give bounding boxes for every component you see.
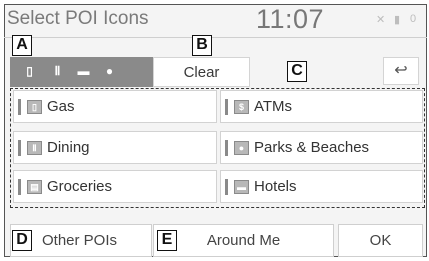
- hotel-icon: ▬: [234, 179, 249, 194]
- poi-item-gas[interactable]: ▯ Gas: [13, 90, 217, 123]
- clear-button[interactable]: Clear: [153, 57, 250, 87]
- poi-item-atms[interactable]: $ ATMs: [220, 90, 423, 123]
- back-arrow-icon: ↩: [394, 62, 408, 79]
- poi-label: Groceries: [47, 178, 113, 195]
- poi-indicator: [225, 98, 228, 115]
- poi-label: Parks & Beaches: [254, 139, 370, 156]
- poi-label: Hotels: [254, 178, 297, 195]
- groceries-icon: ▤: [27, 179, 42, 194]
- callout-d: D: [12, 230, 32, 251]
- back-button[interactable]: ↩: [383, 57, 419, 85]
- selected-icons-bar[interactable]: ▯ Ⅱ ▬ ●: [10, 57, 153, 87]
- ok-button[interactable]: OK: [338, 224, 423, 257]
- parks-icon: ●: [234, 140, 249, 155]
- poi-item-parks-beaches[interactable]: ● Parks & Beaches: [220, 131, 423, 164]
- poi-indicator: [225, 178, 228, 195]
- poi-item-dining[interactable]: Ⅱ Dining: [13, 131, 217, 164]
- poi-label: ATMs: [254, 98, 293, 115]
- phone-icon: ▮: [394, 14, 401, 26]
- poi-item-hotels[interactable]: ▬ Hotels: [220, 170, 423, 203]
- poi-indicator: [18, 98, 21, 115]
- page-title: Select POI Icons: [7, 8, 149, 29]
- poi-indicator: [18, 139, 21, 156]
- callout-e: E: [157, 230, 177, 251]
- hotel-icon: ▬: [77, 64, 90, 78]
- poi-label: Dining: [47, 139, 90, 156]
- poi-indicator: [18, 178, 21, 195]
- atm-icon: $: [234, 99, 249, 114]
- clock: 11:07: [256, 4, 325, 34]
- parks-icon: ●: [105, 64, 114, 78]
- callout-c: C: [287, 61, 307, 82]
- dining-icon: Ⅱ: [54, 64, 61, 78]
- around-me-button[interactable]: Around Me: [153, 224, 334, 257]
- poi-item-groceries[interactable]: ▤ Groceries: [13, 170, 217, 203]
- poi-indicator: [225, 139, 228, 156]
- fuel-icon: ▯: [26, 64, 33, 78]
- fuel-icon: ▯: [27, 99, 42, 114]
- callout-b: B: [192, 35, 212, 56]
- callout-a: A: [12, 35, 32, 56]
- signal-icon: ✕: [376, 14, 386, 26]
- header-divider: [4, 37, 427, 38]
- dining-icon: Ⅱ: [27, 140, 42, 155]
- bluetooth-icon: 0: [410, 13, 417, 25]
- poi-label: Gas: [47, 98, 75, 115]
